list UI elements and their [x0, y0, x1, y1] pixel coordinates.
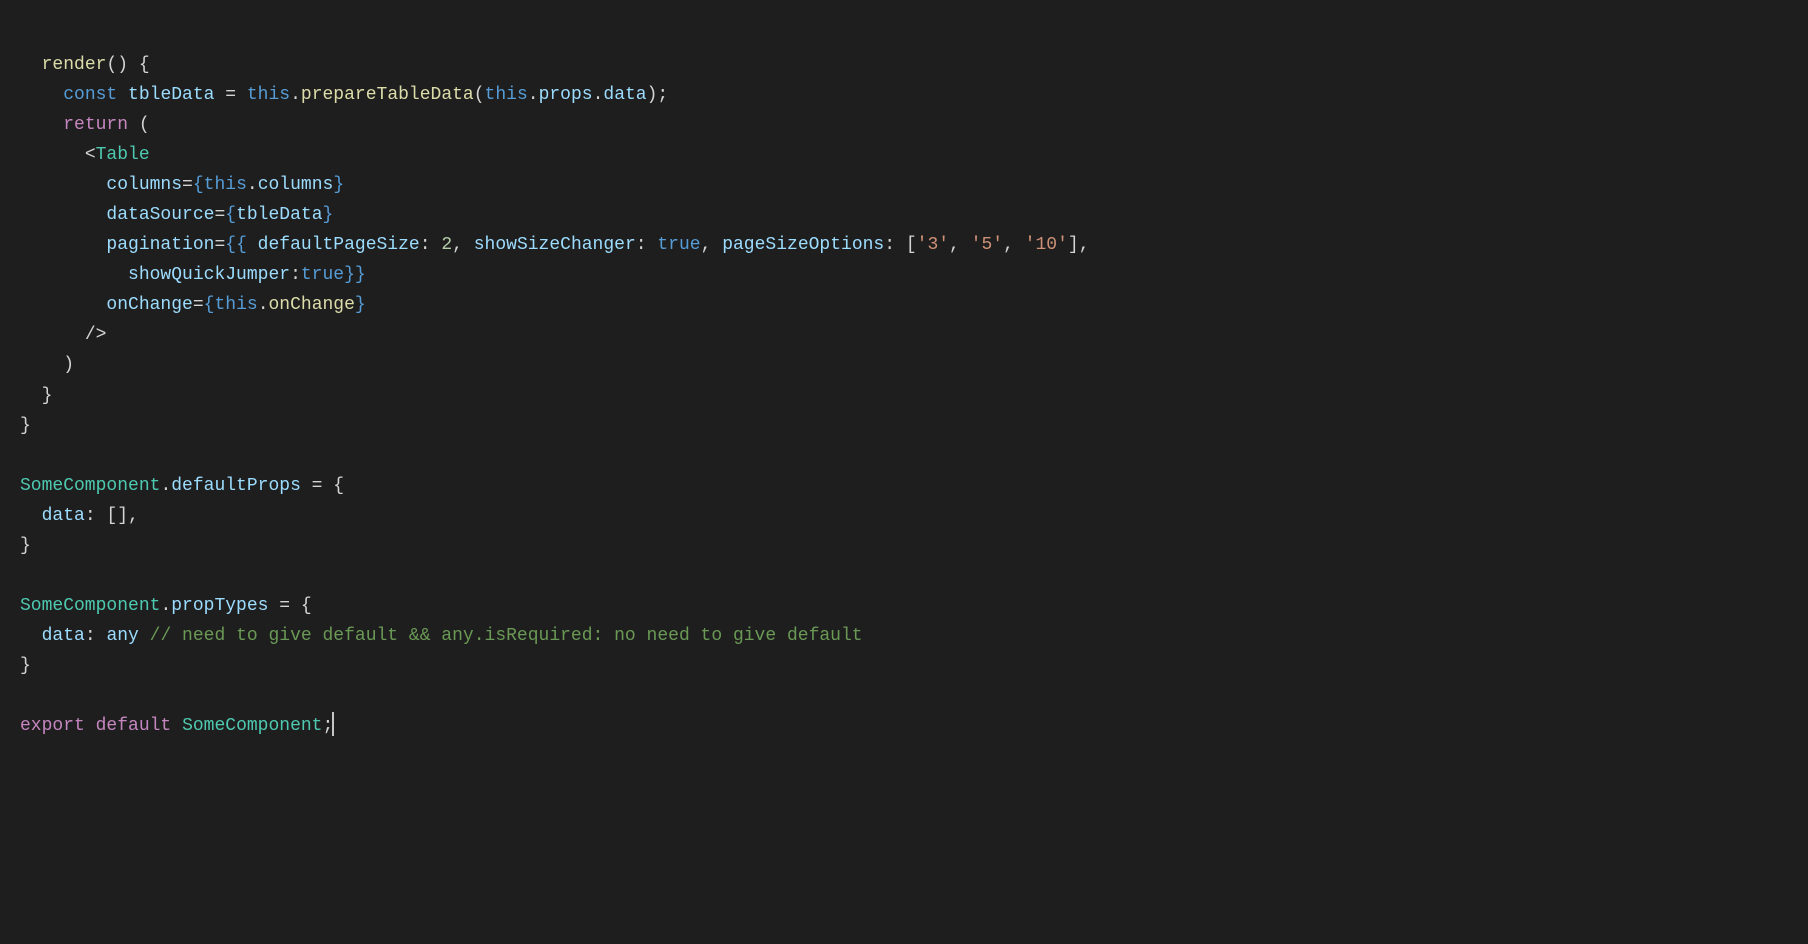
- code-editor[interactable]: render() { const tbleData = this.prepare…: [0, 0, 1808, 761]
- code-line: data: any // need to give default && any…: [20, 621, 1788, 651]
- code-line: onChange={this.onChange}: [20, 290, 1788, 320]
- code-line: showQuickJumper:true}}: [20, 260, 1788, 290]
- code-content: render() { const tbleData = this.prepare…: [20, 50, 1788, 741]
- code-line: data: [],: [20, 501, 1788, 531]
- code-line: SomeComponent.defaultProps = {: [20, 471, 1788, 501]
- code-line: }: [20, 531, 1788, 561]
- code-line: [20, 681, 1788, 711]
- code-line: pagination={{ defaultPageSize: 2, showSi…: [20, 230, 1788, 260]
- code-line: }: [20, 381, 1788, 411]
- code-line: [20, 441, 1788, 471]
- code-line: columns={this.columns}: [20, 170, 1788, 200]
- code-line: render() {: [20, 50, 1788, 80]
- code-line: export default SomeComponent;: [20, 711, 1788, 741]
- code-line: }: [20, 411, 1788, 441]
- code-line: dataSource={tbleData}: [20, 200, 1788, 230]
- code-line: [20, 561, 1788, 591]
- code-line: SomeComponent.propTypes = {: [20, 591, 1788, 621]
- code-line: />: [20, 320, 1788, 350]
- code-line: const tbleData = this.prepareTableData(t…: [20, 80, 1788, 110]
- code-line: <Table: [20, 140, 1788, 170]
- text-cursor-icon: [332, 712, 334, 736]
- code-line: return (: [20, 110, 1788, 140]
- code-line: }: [20, 651, 1788, 681]
- code-line: ): [20, 350, 1788, 380]
